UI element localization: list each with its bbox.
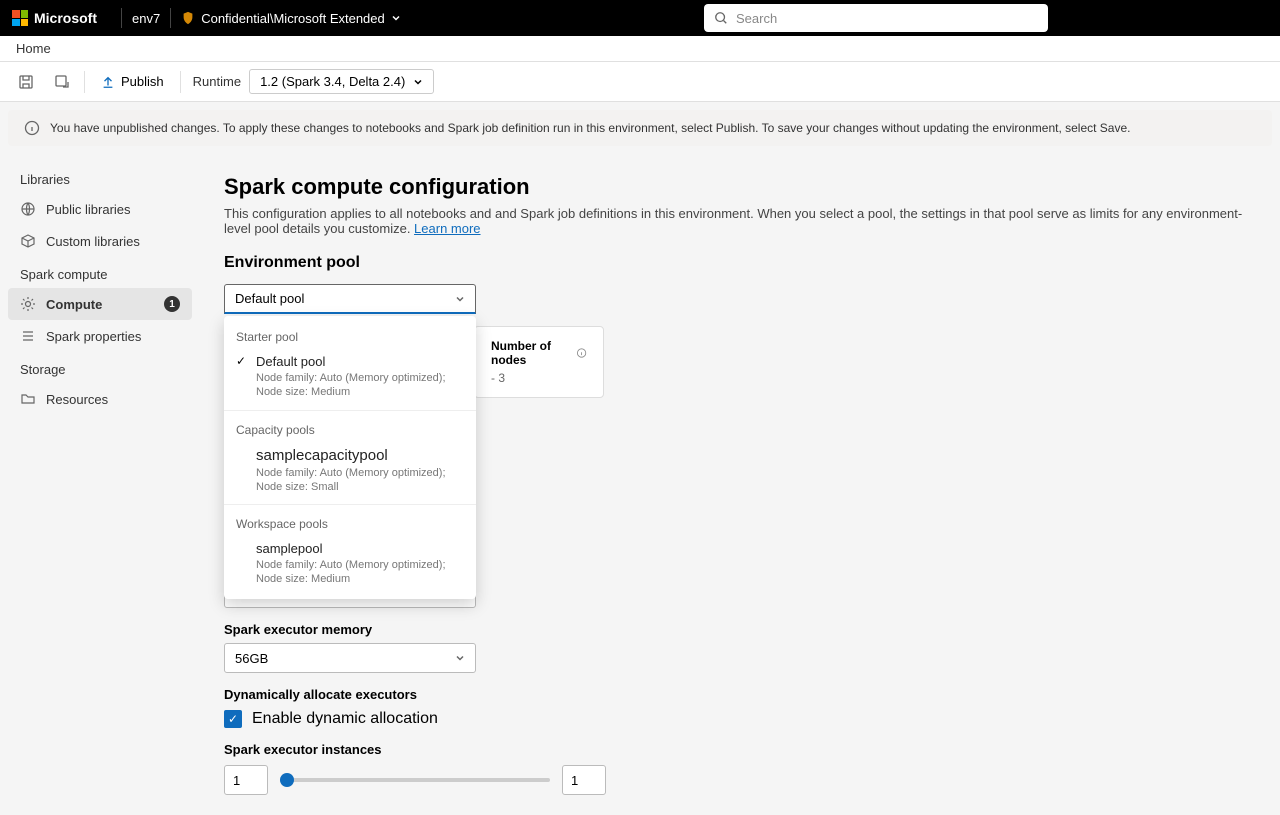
divider xyxy=(121,8,122,28)
chevron-down-icon xyxy=(455,653,465,663)
dynamic-alloc-checkbox-label: Enable dynamic allocation xyxy=(252,710,438,728)
executor-memory-label: Spark executor memory xyxy=(224,622,1256,637)
environment-pool-dropdown: Starter pool Default pool Node family: A… xyxy=(224,316,476,599)
globe-icon xyxy=(20,201,36,217)
top-bar: Microsoft env7 Confidential\Microsoft Ex… xyxy=(0,0,1280,36)
sensitivity-label: Confidential\Microsoft Extended xyxy=(201,11,385,26)
save-button[interactable] xyxy=(12,68,40,96)
runtime-label: Runtime xyxy=(193,74,241,89)
dynamic-alloc-checkbox[interactable]: ✓ xyxy=(224,710,242,728)
dropdown-group-capacity: Capacity pools xyxy=(224,415,476,441)
microsoft-logo[interactable]: Microsoft xyxy=(12,10,97,26)
option-name: Default pool xyxy=(256,354,464,369)
breadcrumb-bar: Home xyxy=(0,36,1280,62)
page-description: This configuration applies to all notebo… xyxy=(224,206,1256,236)
divider xyxy=(170,8,171,28)
toolbar-separator xyxy=(84,71,85,93)
dropdown-group-starter: Starter pool xyxy=(224,322,476,348)
breadcrumb-home[interactable]: Home xyxy=(16,41,51,56)
select-value: Default pool xyxy=(235,291,304,306)
toolbar: Publish Runtime 1.2 (Spark 3.4, Delta 2.… xyxy=(0,62,1280,102)
nodes-title: Number of nodes xyxy=(491,339,570,367)
dropdown-option-samplepool[interactable]: samplepool Node family: Auto (Memory opt… xyxy=(224,535,476,593)
sidebar-item-public-libraries[interactable]: Public libraries xyxy=(8,193,192,225)
environment-name[interactable]: env7 xyxy=(132,11,160,26)
sidebar-item-label: Compute xyxy=(46,297,102,312)
sensitivity-dropdown[interactable]: Confidential\Microsoft Extended xyxy=(181,11,401,26)
sidebar-item-label: Public libraries xyxy=(46,202,131,217)
executor-instances-label: Spark executor instances xyxy=(224,742,1256,757)
search-icon xyxy=(714,11,728,25)
microsoft-icon xyxy=(12,10,28,26)
sidebar-badge: 1 xyxy=(164,296,180,312)
sidebar-item-compute[interactable]: Compute 1 xyxy=(8,288,192,320)
page-title: Spark compute configuration xyxy=(224,174,1256,200)
sidebar-group-libraries: Libraries xyxy=(8,162,192,193)
package-icon xyxy=(20,233,36,249)
info-icon xyxy=(24,120,40,136)
chevron-down-icon xyxy=(413,77,423,87)
environment-pool-select[interactable]: Default pool xyxy=(224,284,476,314)
runtime-value: 1.2 (Spark 3.4, Delta 2.4) xyxy=(260,74,405,89)
publish-icon xyxy=(101,75,115,89)
dynamic-alloc-label: Dynamically allocate executors xyxy=(224,687,1256,702)
search-input[interactable] xyxy=(736,11,1038,26)
environment-pool-heading: Environment pool xyxy=(224,254,1256,272)
nodes-card: Number of nodes - 3 xyxy=(474,326,604,398)
dropdown-option-default-pool[interactable]: Default pool Node family: Auto (Memory o… xyxy=(224,348,476,406)
publish-label: Publish xyxy=(121,74,164,89)
save-as-button[interactable] xyxy=(48,68,76,96)
runtime-select[interactable]: 1.2 (Spark 3.4, Delta 2.4) xyxy=(249,69,434,94)
sidebar-item-label: Custom libraries xyxy=(46,234,140,249)
sidebar-item-custom-libraries[interactable]: Custom libraries xyxy=(8,225,192,257)
option-desc: Node family: Auto (Memory optimized); No… xyxy=(256,558,464,587)
banner-text: You have unpublished changes. To apply t… xyxy=(50,121,1131,135)
unpublished-changes-banner: You have unpublished changes. To apply t… xyxy=(8,110,1272,146)
sidebar-group-spark-compute: Spark compute xyxy=(8,257,192,288)
folder-icon xyxy=(20,391,36,407)
learn-more-link[interactable]: Learn more xyxy=(414,221,480,236)
chevron-down-icon xyxy=(391,13,401,23)
publish-button[interactable]: Publish xyxy=(93,70,172,93)
sidebar-item-label: Resources xyxy=(46,392,108,407)
option-name: samplecapacitypool xyxy=(256,447,464,464)
brand-text: Microsoft xyxy=(34,10,97,26)
sidebar-item-resources[interactable]: Resources xyxy=(8,383,192,415)
nodes-value: - 3 xyxy=(491,371,587,385)
list-icon xyxy=(20,328,36,344)
shield-icon xyxy=(181,11,195,25)
gear-icon xyxy=(20,296,36,312)
save-icon xyxy=(18,74,34,90)
sidebar-group-storage: Storage xyxy=(8,352,192,383)
sidebar-item-spark-properties[interactable]: Spark properties xyxy=(8,320,192,352)
dropdown-group-workspace: Workspace pools xyxy=(224,509,476,535)
option-name: samplepool xyxy=(256,541,464,556)
dropdown-separator xyxy=(224,504,476,505)
option-desc: Node family: Auto (Memory optimized); No… xyxy=(256,371,464,400)
search-box[interactable] xyxy=(704,4,1048,32)
option-desc: Node family: Auto (Memory optimized); No… xyxy=(256,466,464,495)
memory-value: 56GB xyxy=(235,651,268,666)
dropdown-option-samplecapacitypool[interactable]: samplecapacitypool Node family: Auto (Me… xyxy=(224,441,476,501)
toolbar-separator xyxy=(180,71,181,93)
sidebar-item-label: Spark properties xyxy=(46,329,141,344)
instances-max-input[interactable] xyxy=(562,765,606,795)
instances-min-input[interactable] xyxy=(224,765,268,795)
info-icon xyxy=(576,346,587,360)
instances-slider[interactable] xyxy=(280,778,550,782)
dropdown-separator xyxy=(224,410,476,411)
save-as-icon xyxy=(54,74,70,90)
executor-memory-select[interactable]: 56GB xyxy=(224,643,476,673)
chevron-down-icon xyxy=(455,294,465,304)
slider-thumb[interactable] xyxy=(280,773,294,787)
